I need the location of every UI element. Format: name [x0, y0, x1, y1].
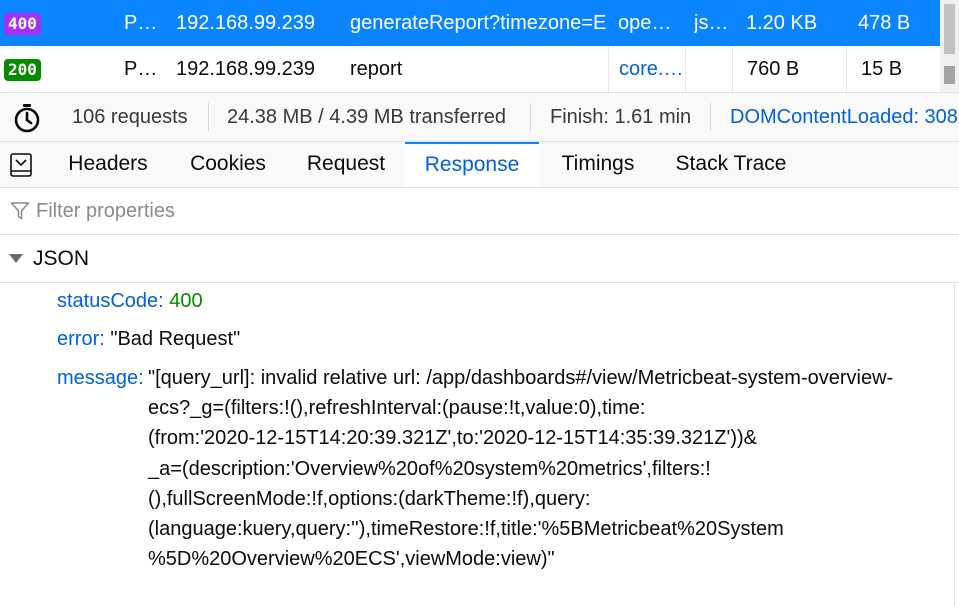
request-count: 106 requests [72, 106, 188, 128]
message-line: (language:kuery,query:''),timeRestore:!f… [148, 518, 784, 541]
tab-cookies[interactable]: Cookies [177, 142, 279, 187]
message-line: %5D%20Overview%20ECS',viewMode:view)" [148, 548, 555, 571]
json-value-number: 400 [169, 290, 203, 312]
request-method: P… [124, 58, 156, 80]
message-line: "[query_url]: invalid relative url: /app… [148, 367, 894, 389]
request-domain: 192.168.99.239 [176, 58, 316, 80]
json-key: error: [57, 328, 105, 350]
request-domain: 192.168.99.239 [176, 12, 316, 34]
tab-headers[interactable]: Headers [56, 142, 160, 187]
tab-stack-trace[interactable]: Stack Trace [664, 142, 798, 187]
json-tree: statusCode: 400 error: "Bad Request" mes… [0, 283, 955, 606]
panel-toggle-icon[interactable] [10, 153, 32, 177]
request-type: js… [694, 12, 729, 34]
json-value-string: "Bad Request" [110, 328, 241, 350]
json-prop-error[interactable]: error: "Bad Request" [57, 324, 240, 354]
filter-icon [10, 202, 30, 220]
request-initiator[interactable]: core.… [608, 46, 686, 92]
json-key: statusCode: [57, 290, 164, 312]
status-divider [208, 103, 209, 131]
dom-content-loaded: DOMContentLoaded: 308 [730, 106, 958, 128]
json-value-message: "[query_url]: invalid relative url: /app… [148, 363, 938, 574]
message-line: (from:'2020-12-15T14:20:39.321Z',to:'202… [148, 427, 757, 450]
details-tab-bar: Headers Cookies Request Response Timings… [0, 142, 959, 188]
request-row[interactable]: 200 P… 192.168.99.239 report core.… 760 … [0, 46, 940, 92]
status-divider [530, 103, 531, 131]
request-row-selected[interactable]: 400 P… 192.168.99.239 generateReport?tim… [0, 0, 940, 46]
request-transferred: 760 B [732, 46, 844, 92]
json-key-message[interactable]: message: [57, 363, 144, 393]
tab-request[interactable]: Request [295, 142, 397, 187]
stopwatch-icon[interactable] [12, 103, 42, 133]
status-badge: 400 [4, 13, 41, 35]
scrollbar-thumb[interactable] [944, 4, 955, 54]
json-prop-statusCode[interactable]: statusCode: 400 [57, 286, 203, 316]
json-section-title: JSON [33, 247, 90, 270]
network-status-bar: 106 requests 24.38 MB / 4.39 MB transfer… [0, 92, 959, 142]
request-initiator[interactable]: ope… [618, 0, 680, 46]
message-line: ecs?_g=(filters:!(),refreshInterval:(pau… [148, 397, 646, 420]
request-size: 478 B [858, 12, 911, 34]
request-method: P… [124, 12, 156, 34]
request-transferred: 1.20 KB [746, 12, 818, 34]
request-list-scrollbar[interactable] [940, 0, 959, 92]
tab-timings[interactable]: Timings [548, 142, 648, 187]
request-file: report [350, 58, 403, 80]
message-line: (),fullScreenMode:!f,options:(darkTheme:… [148, 487, 591, 510]
json-section-header[interactable]: JSON [0, 235, 959, 283]
request-type [694, 46, 730, 92]
status-badge: 200 [4, 59, 41, 81]
request-size: 15 B [846, 46, 940, 92]
caret-down-icon[interactable] [9, 254, 23, 263]
filter-properties-input[interactable] [36, 194, 936, 228]
tab-response[interactable]: Response [405, 142, 539, 187]
filter-bar [0, 188, 959, 235]
status-divider [710, 103, 711, 131]
message-line: _a=(description:'Overview%20of%20system%… [148, 457, 711, 480]
scrollbar-down-arrow[interactable] [944, 66, 955, 84]
transferred-summary: 24.38 MB / 4.39 MB transferred [227, 106, 507, 128]
finish-time: Finish: 1.61 min [550, 106, 692, 128]
request-file: generateReport?timezone=E [350, 12, 607, 34]
